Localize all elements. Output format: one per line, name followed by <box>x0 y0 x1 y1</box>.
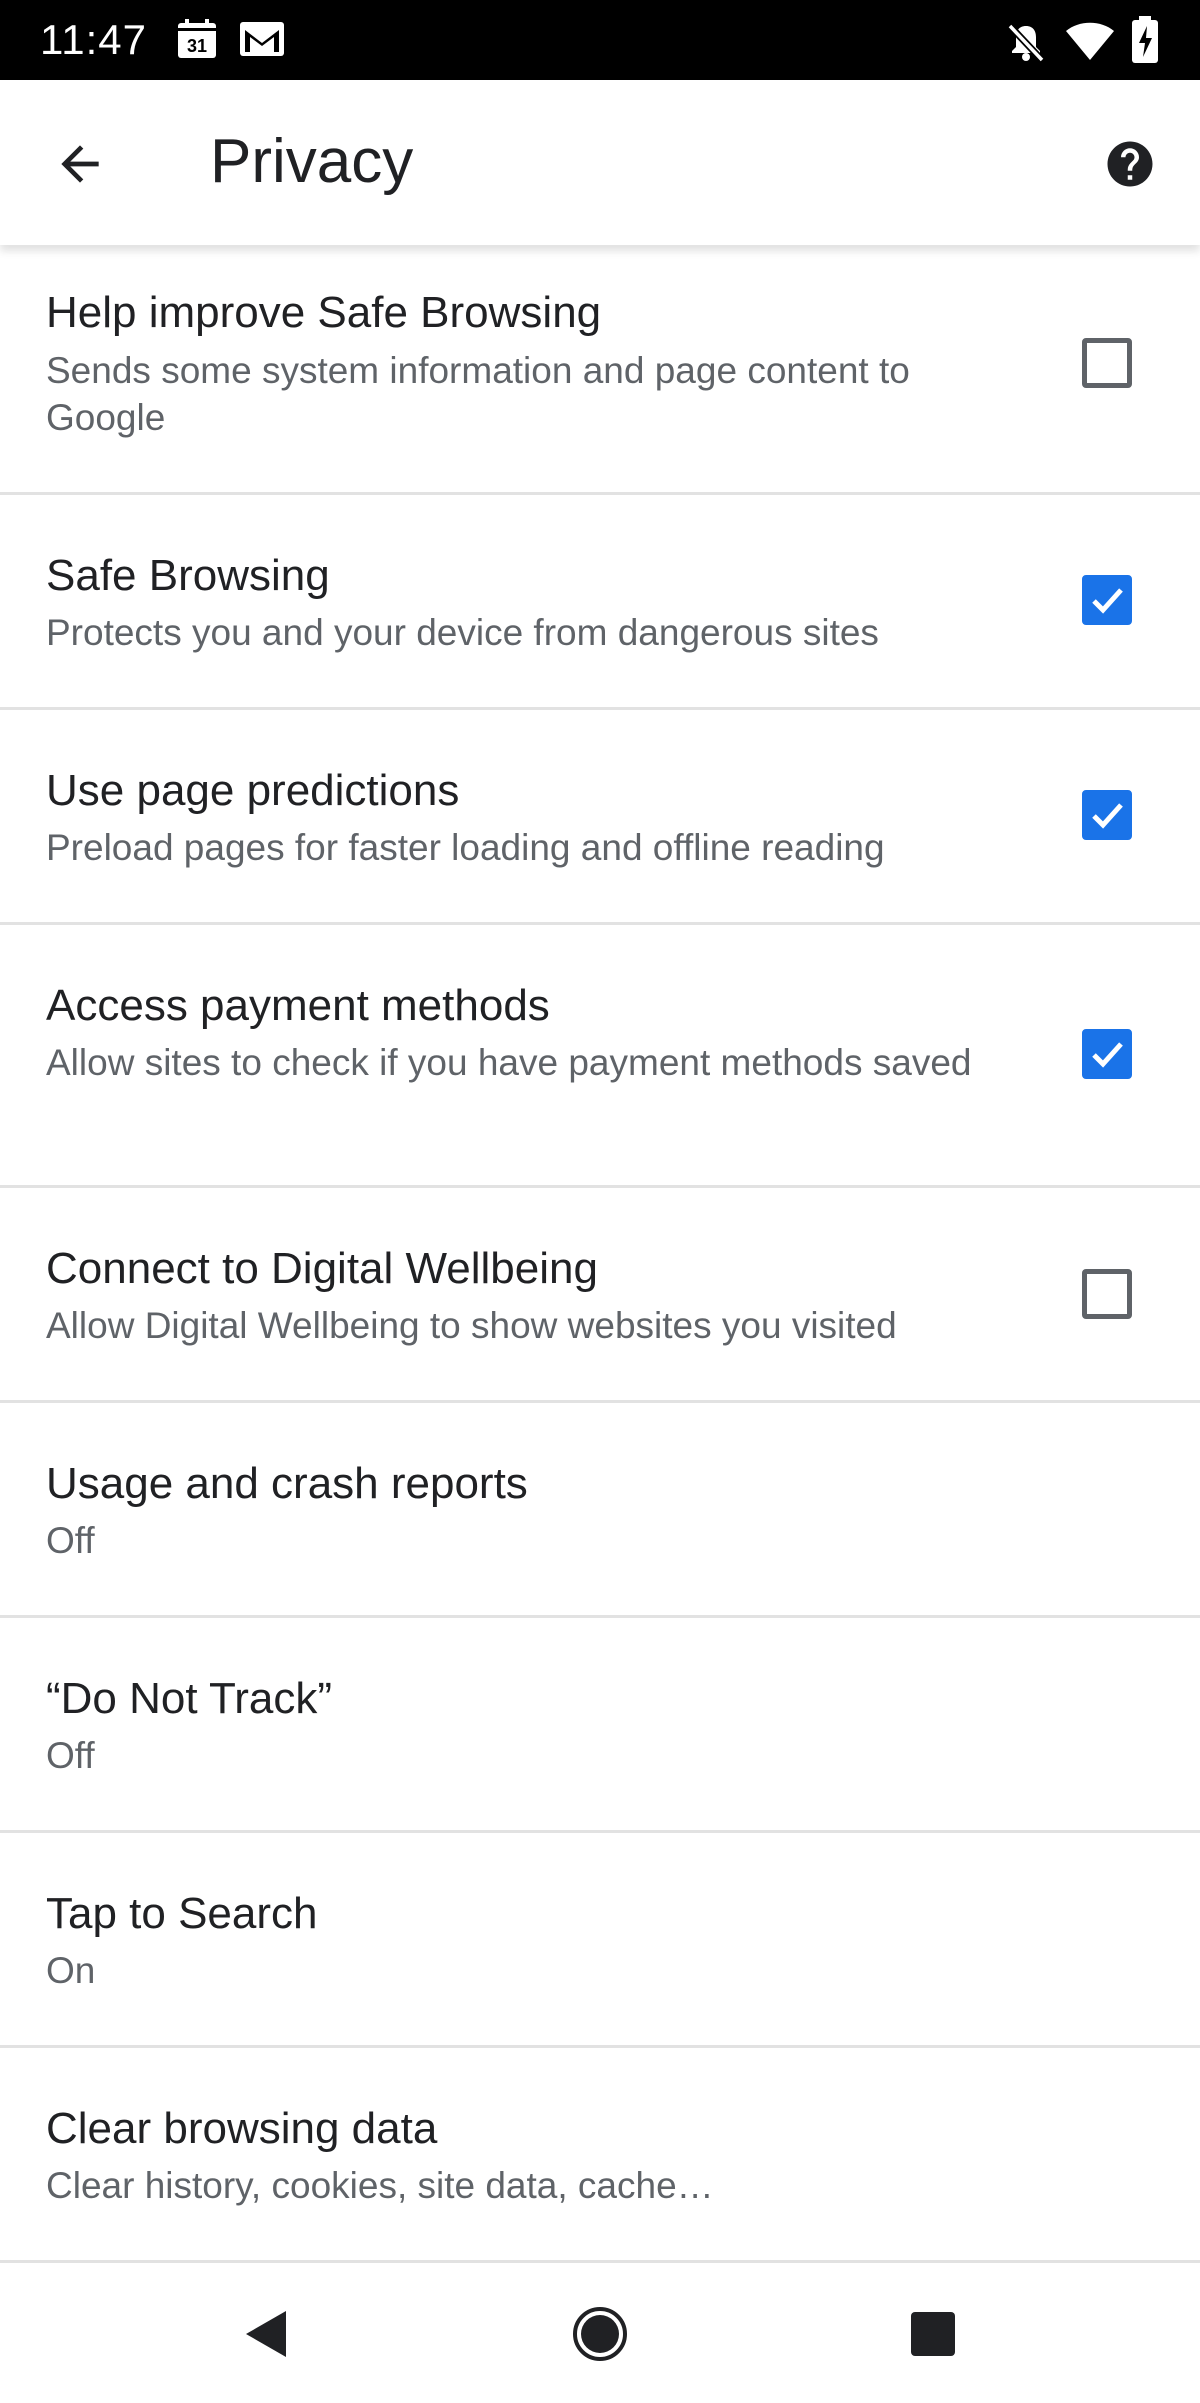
setting-title: Tap to Search <box>46 1889 318 1938</box>
setting-use-page-predictions[interactable]: Use page predictions Preload pages for f… <box>0 710 1200 925</box>
setting-subtitle: Allow Digital Wellbeing to show websites… <box>46 1305 897 1346</box>
calendar-day: 31 <box>187 36 207 56</box>
setting-title: Safe Browsing <box>46 551 330 600</box>
setting-usage-crash-reports[interactable]: Usage and crash reports Off <box>0 1403 1200 1618</box>
safe-browsing-checkbox[interactable] <box>1082 575 1132 625</box>
nav-home-button[interactable] <box>565 2299 635 2369</box>
setting-clear-browsing-data[interactable]: Clear browsing data Clear history, cooki… <box>0 2048 1200 2263</box>
setting-subtitle: Off <box>46 1735 95 1776</box>
setting-title: Access payment methods <box>46 981 550 1030</box>
checkmark-icon <box>1092 803 1123 829</box>
checkmark-icon <box>1092 588 1123 614</box>
setting-title: Usage and crash reports <box>46 1459 528 1508</box>
nav-recents-icon <box>911 2312 955 2356</box>
arrow-back-icon <box>61 145 99 183</box>
checkmark-icon <box>1092 1042 1123 1068</box>
setting-title: “Do Not Track” <box>46 1674 333 1723</box>
help-button[interactable] <box>1090 132 1170 196</box>
access-payment-methods-checkbox[interactable] <box>1082 1029 1132 1079</box>
setting-do-not-track[interactable]: “Do Not Track” Off <box>0 1618 1200 1833</box>
setting-connect-digital-wellbeing[interactable]: Connect to Digital Wellbeing Allow Digit… <box>0 1188 1200 1403</box>
setting-subtitle: Sends some system information and page c… <box>46 350 910 438</box>
setting-safe-browsing[interactable]: Safe Browsing Protects you and your devi… <box>0 495 1200 710</box>
help-icon <box>1107 141 1153 187</box>
setting-title: Use page predictions <box>46 766 460 815</box>
notifications-off-icon <box>1004 20 1048 69</box>
use-page-predictions-checkbox[interactable] <box>1082 790 1132 840</box>
wifi-icon <box>1064 20 1116 67</box>
setting-title: Clear browsing data <box>46 2104 438 2153</box>
setting-help-improve-safe-browsing[interactable]: Help improve Safe Browsing Sends some sy… <box>0 245 1200 495</box>
gmail-icon <box>238 18 286 65</box>
status-time: 11:47 <box>40 16 147 63</box>
battery-charging-icon <box>1130 16 1160 69</box>
nav-back-button[interactable] <box>230 2299 300 2369</box>
setting-subtitle: On <box>46 1950 96 1991</box>
setting-subtitle: Preload pages for faster loading and off… <box>46 827 885 868</box>
calendar-icon: 31 <box>176 18 218 65</box>
setting-subtitle: Allow sites to check if you have payment… <box>46 1042 972 1083</box>
connect-digital-wellbeing-checkbox[interactable] <box>1082 1269 1132 1319</box>
setting-title: Connect to Digital Wellbeing <box>46 1244 598 1293</box>
setting-access-payment-methods[interactable]: Access payment methods Allow sites to ch… <box>0 925 1200 1188</box>
setting-title: Help improve Safe Browsing <box>46 288 602 337</box>
setting-subtitle: Clear history, cookies, site data, cache… <box>46 2165 714 2206</box>
back-button[interactable] <box>40 124 120 204</box>
page-title: Privacy <box>210 127 414 196</box>
setting-subtitle: Protects you and your device from danger… <box>46 612 879 653</box>
setting-subtitle: Off <box>46 1520 95 1561</box>
nav-home-icon <box>573 2307 627 2361</box>
nav-back-icon <box>246 2311 286 2357</box>
status-bar: 11:47 31 <box>0 0 1200 80</box>
setting-tap-to-search[interactable]: Tap to Search On <box>0 1833 1200 2048</box>
help-improve-safe-browsing-checkbox[interactable] <box>1082 338 1132 388</box>
app-bar: Privacy <box>0 80 1200 245</box>
nav-recents-button[interactable] <box>898 2299 968 2369</box>
system-nav-bar <box>0 2265 1200 2403</box>
